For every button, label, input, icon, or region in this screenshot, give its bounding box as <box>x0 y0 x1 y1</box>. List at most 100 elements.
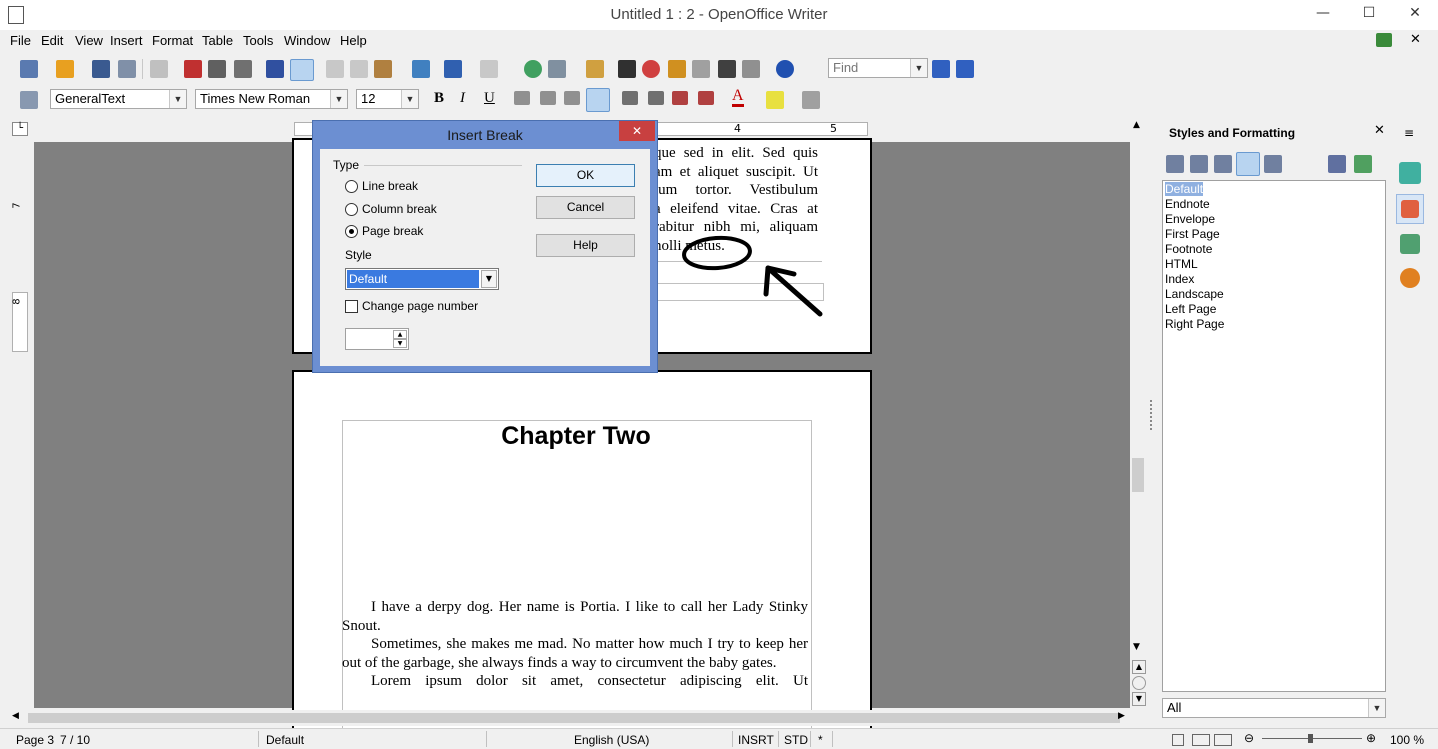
insert-mode-status[interactable]: INSRT <box>738 733 774 747</box>
style-item-right-page[interactable]: Right Page <box>1165 317 1224 331</box>
paste-icon[interactable] <box>374 60 392 78</box>
zoom-level[interactable]: 100 % <box>1390 733 1424 747</box>
styles-icon[interactable] <box>20 91 38 109</box>
fill-format-icon[interactable] <box>1328 155 1346 173</box>
horizontal-scrollbar[interactable]: ◀ ▶ <box>10 710 1130 726</box>
sidebar-splitter[interactable] <box>1150 400 1154 430</box>
font-name-select[interactable]: Times New Roman ▼ <box>195 89 348 109</box>
update-icon[interactable] <box>1376 33 1392 47</box>
zoom-slider-thumb[interactable] <box>1308 734 1313 743</box>
scroll-right-icon[interactable]: ▶ <box>1118 711 1125 721</box>
page-break-radio[interactable] <box>345 225 358 238</box>
paragraph-styles-icon[interactable] <box>1166 155 1184 173</box>
find-previous-icon[interactable] <box>956 60 974 78</box>
sidebar-menu-icon[interactable]: ≡ <box>1404 126 1414 140</box>
zoom-in-icon[interactable]: ⊕ <box>1366 731 1376 745</box>
spin-up-icon[interactable]: ▲ <box>393 330 407 339</box>
email-icon[interactable] <box>118 60 136 78</box>
cancel-button[interactable]: Cancel <box>536 196 635 219</box>
numbering-icon[interactable] <box>622 91 638 105</box>
cut-icon[interactable] <box>326 60 344 78</box>
styles-deck-icon[interactable] <box>1396 194 1424 224</box>
line-break-radio[interactable] <box>345 180 358 193</box>
close-panel-icon[interactable]: ✕ <box>1374 123 1385 138</box>
formatting-marks-icon[interactable] <box>718 60 736 78</box>
dialog-close-button[interactable]: ✕ <box>619 121 655 141</box>
previous-page-icon[interactable]: ▲ <box>1132 660 1146 674</box>
font-size-select[interactable]: 12 ▼ <box>356 89 419 109</box>
column-break-radio[interactable] <box>345 203 358 216</box>
tab-stop-icon[interactable]: └ <box>12 122 28 136</box>
autospellcheck-icon[interactable] <box>290 59 314 81</box>
scroll-thumb[interactable] <box>28 713 1120 723</box>
character-styles-icon[interactable] <box>1190 155 1208 173</box>
print-preview-icon[interactable] <box>234 60 252 78</box>
menu-insert[interactable]: Insert <box>110 33 143 48</box>
decrease-indent-icon[interactable] <box>672 91 688 105</box>
style-item-left-page[interactable]: Left Page <box>1165 302 1216 316</box>
spellcheck-icon[interactable] <box>266 60 284 78</box>
page-style-status[interactable]: Default <box>266 733 304 747</box>
maximize-button[interactable]: ☐ <box>1346 0 1392 28</box>
copy-icon[interactable] <box>350 60 368 78</box>
edit-file-icon[interactable] <box>150 60 168 78</box>
scroll-down-icon[interactable]: ▼ <box>1133 642 1140 652</box>
line-break-label[interactable]: Line break <box>362 179 418 193</box>
italic-icon[interactable]: I <box>460 90 465 107</box>
export-pdf-icon[interactable] <box>184 60 202 78</box>
justify-icon[interactable] <box>586 88 610 112</box>
find-replace-icon[interactable] <box>618 60 636 78</box>
style-filter-select[interactable]: All ▼ <box>1162 698 1386 718</box>
underline-icon[interactable]: U <box>484 90 495 107</box>
navigator-deck-icon[interactable] <box>1400 268 1420 288</box>
close-window-button[interactable]: ✕ <box>1392 0 1438 28</box>
undo-icon[interactable] <box>444 60 462 78</box>
column-break-label[interactable]: Column break <box>362 202 437 216</box>
style-item-envelope[interactable]: Envelope <box>1165 212 1215 226</box>
scroll-left-icon[interactable]: ◀ <box>12 711 19 721</box>
gallery-deck-icon[interactable] <box>1400 234 1420 254</box>
menu-table[interactable]: Table <box>202 33 233 48</box>
close-document-icon[interactable]: ✕ <box>1410 32 1421 47</box>
draw-functions-icon[interactable] <box>586 60 604 78</box>
bold-icon[interactable]: B <box>434 90 444 107</box>
style-list[interactable]: Default Endnote Envelope First Page Foot… <box>1162 180 1386 692</box>
page-break-label[interactable]: Page break <box>362 224 423 238</box>
help-icon[interactable] <box>776 60 794 78</box>
save-icon[interactable] <box>92 60 110 78</box>
style-item-landscape[interactable]: Landscape <box>1165 287 1224 301</box>
align-left-icon[interactable] <box>514 91 530 105</box>
style-item-default[interactable]: Default <box>1165 182 1204 196</box>
zoom-icon[interactable] <box>742 60 760 78</box>
style-item-html[interactable]: HTML <box>1165 257 1198 271</box>
properties-deck-icon[interactable] <box>1399 162 1421 184</box>
gallery-icon[interactable] <box>668 60 686 78</box>
table-icon[interactable] <box>548 60 566 78</box>
help-button[interactable]: Help <box>536 234 635 257</box>
next-page-icon[interactable]: ▼ <box>1132 692 1146 706</box>
navigator-icon[interactable] <box>642 60 660 78</box>
data-sources-icon[interactable] <box>692 60 710 78</box>
style-item-index[interactable]: Index <box>1165 272 1194 286</box>
menu-tools[interactable]: Tools <box>243 33 273 48</box>
book-view-icon[interactable] <box>1214 734 1232 746</box>
font-color-icon[interactable]: A <box>732 88 744 107</box>
paragraph-style-select[interactable]: GeneralText ▼ <box>50 89 187 109</box>
navigation-icon[interactable] <box>1132 676 1146 690</box>
minimize-button[interactable]: — <box>1300 0 1346 28</box>
change-page-number-label[interactable]: Change page number <box>362 299 478 313</box>
menu-help[interactable]: Help <box>340 33 367 48</box>
vertical-ruler[interactable]: 7 8 <box>10 142 30 708</box>
change-page-number-checkbox[interactable] <box>345 300 358 313</box>
spin-down-icon[interactable]: ▼ <box>393 339 407 348</box>
print-icon[interactable] <box>208 60 226 78</box>
menu-edit[interactable]: Edit <box>41 33 63 48</box>
single-page-view-icon[interactable] <box>1172 734 1184 746</box>
list-styles-icon[interactable] <box>1264 155 1282 173</box>
new-style-icon[interactable] <box>1354 155 1372 173</box>
align-right-icon[interactable] <box>564 91 580 105</box>
menu-file[interactable]: File <box>10 33 31 48</box>
increase-indent-icon[interactable] <box>698 91 714 105</box>
style-item-footnote[interactable]: Footnote <box>1165 242 1212 256</box>
scroll-thumb[interactable] <box>1132 458 1144 492</box>
